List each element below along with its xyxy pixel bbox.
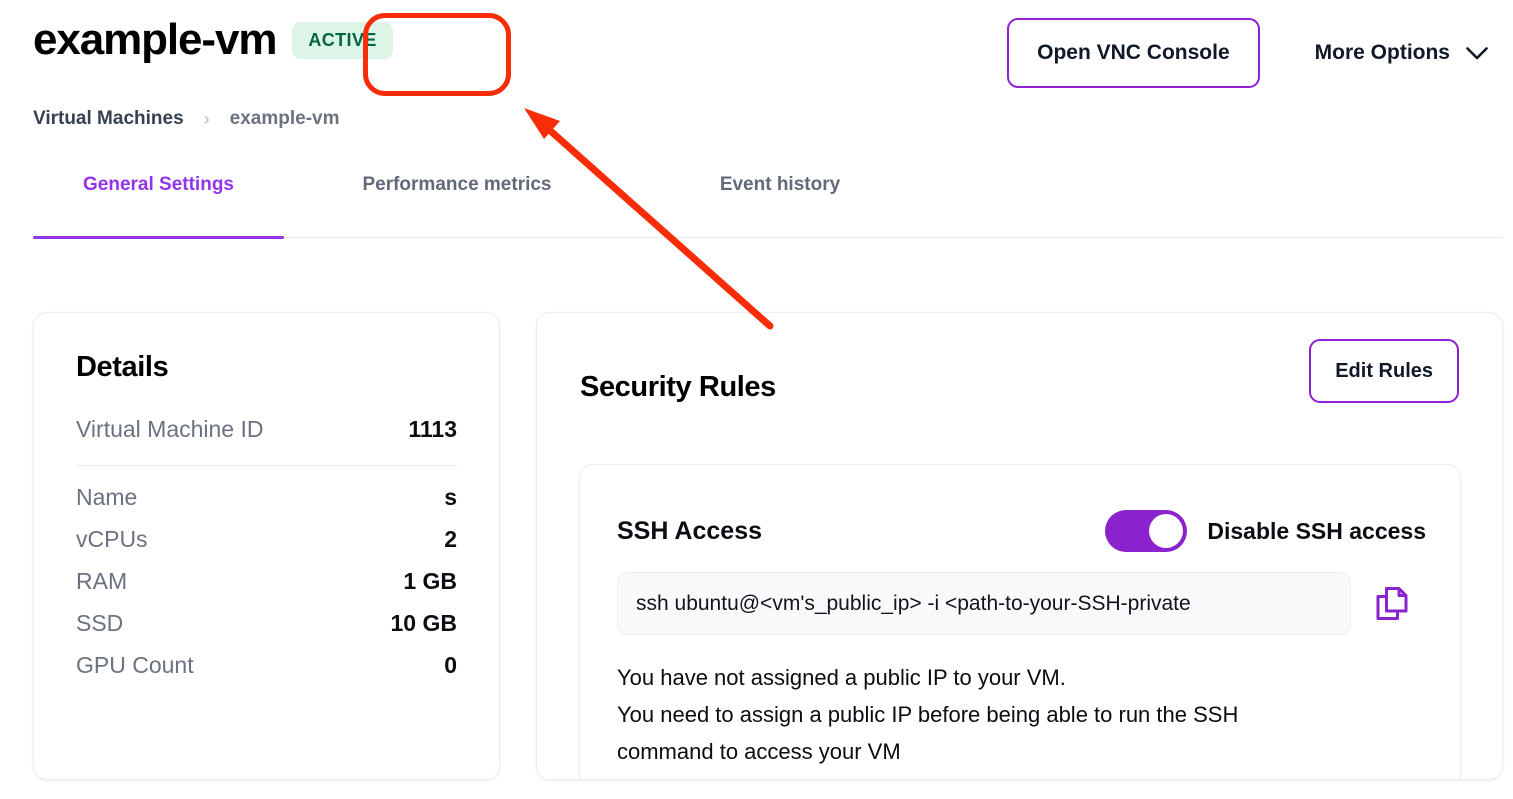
toggle-label: Disable SSH access [1207,517,1426,544]
ssh-access-row: SSH Access Disable SSH access [617,510,1432,552]
ssh-access-panel: SSH Access Disable SSH access You have n… [579,464,1462,779]
copy-icon[interactable] [1375,586,1409,622]
ssh-command-input[interactable] [617,572,1351,635]
toggle-knob [1149,514,1184,548]
page-header: example-vm ACTIVE Open VNC Console More … [0,0,1513,100]
toggle-track[interactable] [1105,510,1188,552]
tab-general-settings[interactable]: General Settings [33,168,284,196]
ssh-access-label: SSH Access [617,516,762,545]
detail-key: SSD [76,610,124,636]
more-options-label: More Options [1314,41,1450,64]
details-card: Details Virtual Machine ID 1113 Name s v… [33,312,500,780]
details-card-title: Details [76,351,169,383]
open-vnc-console-button[interactable]: Open VNC Console [1007,18,1260,88]
detail-value: 1113 [408,416,457,442]
detail-row-name: Name s [76,476,457,518]
disable-ssh-access-toggle[interactable]: Disable SSH access [1105,510,1426,552]
breadcrumb: Virtual Machines › example-vm [33,108,340,130]
edit-rules-button[interactable]: Edit Rules [1309,339,1459,403]
tab-active-indicator [33,236,284,239]
detail-value: s [444,484,457,510]
detail-row-ram: RAM 1 GB [76,560,457,602]
page-title: example-vm [33,15,277,64]
ssh-command-row [580,572,1462,635]
breadcrumb-link-virtual-machines[interactable]: Virtual Machines [33,108,184,130]
security-rules-title: Security Rules [580,371,776,403]
detail-value: 10 GB [390,610,457,636]
chevron-down-icon [1466,46,1488,60]
tab-performance-metrics[interactable]: Performance metrics [284,168,630,196]
detail-key: Virtual Machine ID [76,416,264,442]
breadcrumb-separator-icon: › [203,108,210,129]
title-row: example-vm ACTIVE [33,18,393,62]
details-divider [76,465,457,466]
tab-event-history[interactable]: Event history [630,168,930,196]
detail-key: RAM [76,568,128,594]
status-badge: ACTIVE [292,21,393,59]
detail-key: Name [76,484,138,510]
detail-row-vcpus: vCPUs 2 [76,518,457,560]
detail-value: 1 GB [403,568,457,594]
ssh-note-line-1: You have not assigned a public IP to you… [617,665,1066,690]
security-rules-card: Security Rules Edit Rules SSH Access Dis… [536,312,1503,780]
detail-row-vm-id: Virtual Machine ID 1113 [76,408,457,450]
detail-value: 2 [444,526,457,552]
detail-row-ssd: SSD 10 GB [76,602,457,644]
more-options-menu[interactable]: More Options [1315,41,1488,65]
ssh-note-line-2: You need to assign a public IP before be… [617,702,1239,727]
detail-key: GPU Count [76,652,194,678]
ssh-note-line-3: command to access your VM [617,739,901,764]
tab-bar: General Settings Performance metrics Eve… [33,168,1503,240]
detail-row-gpu-count: GPU Count 0 [76,644,457,686]
header-actions: Open VNC Console More Options [1007,18,1513,88]
security-rules-header: Security Rules Edit Rules [580,339,1459,404]
detail-key: vCPUs [76,526,148,552]
detail-value: 0 [444,652,457,678]
breadcrumb-current: example-vm [229,108,340,129]
ssh-public-ip-note: You have not assigned a public IP to you… [617,659,1417,770]
